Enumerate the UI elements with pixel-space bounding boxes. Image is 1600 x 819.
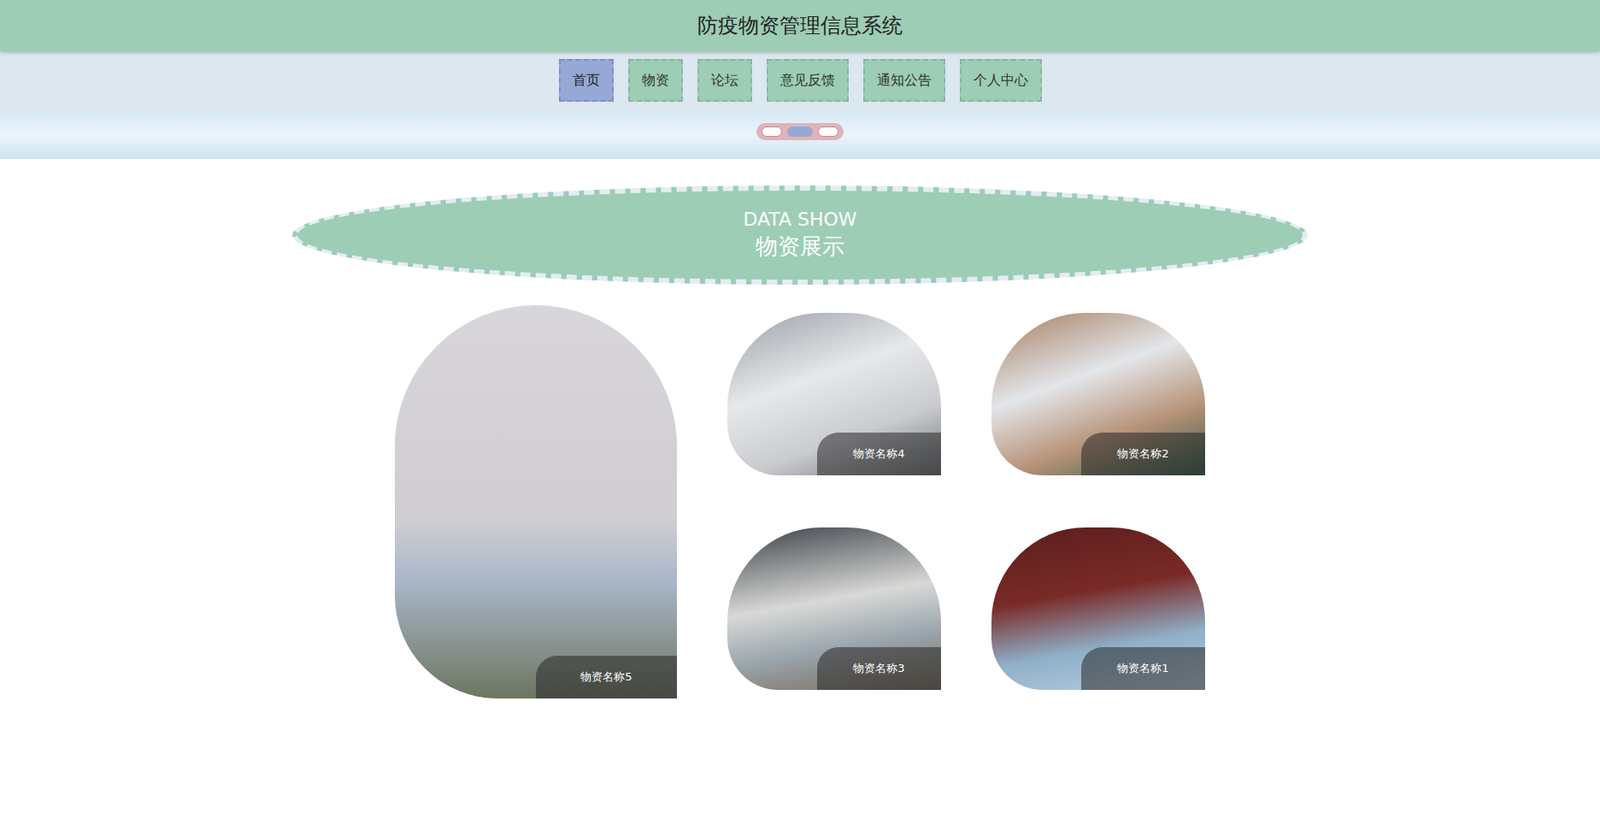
- product-name: 物资名称5: [535, 655, 677, 699]
- nav-bar: 首页物资论坛意见反馈通知公告个人中心: [0, 51, 1600, 111]
- section-title-zh: 物资展示: [755, 231, 845, 262]
- carousel-dots: [756, 123, 844, 141]
- product-card[interactable]: 物资名称2: [991, 312, 1206, 476]
- product-name: 物资名称2: [1081, 432, 1206, 476]
- product-name: 物资名称4: [817, 432, 942, 476]
- page: 防疫物资管理信息系统 首页物资论坛意见反馈通知公告个人中心 DATA SHOW …: [0, 0, 1600, 819]
- site-title: 防疫物资管理信息系统: [697, 11, 903, 40]
- carousel-dot[interactable]: [761, 126, 783, 137]
- nav-item[interactable]: 论坛: [697, 58, 753, 102]
- product-card[interactable]: 物资名称3: [727, 527, 942, 690]
- carousel-dot[interactable]: [817, 126, 839, 137]
- header: 防疫物资管理信息系统: [0, 0, 1600, 52]
- nav-item[interactable]: 个人中心: [959, 58, 1042, 102]
- carousel-dot[interactable]: [787, 126, 813, 137]
- nav-item[interactable]: 意见反馈: [766, 58, 849, 102]
- product-name: 物资名称1: [1081, 647, 1206, 690]
- product-grid: 物资名称5物资名称4物资名称2物资名称3物资名称1: [394, 312, 1206, 690]
- banner: [0, 110, 1600, 159]
- section-title-en: DATA SHOW: [742, 208, 857, 230]
- section-title: DATA SHOW 物资展示: [292, 185, 1308, 285]
- product-card[interactable]: 物资名称1: [991, 527, 1206, 690]
- product-card[interactable]: 物资名称5: [394, 305, 677, 699]
- content: DATA SHOW 物资展示 物资名称5 物资名称4 物资名称2 物资名称3 物资名称1: [0, 158, 1600, 742]
- nav-item[interactable]: 首页: [558, 58, 614, 102]
- nav-item[interactable]: 通知公告: [863, 58, 946, 102]
- product-name: 物资名称3: [817, 647, 942, 690]
- nav-item[interactable]: 物资: [628, 58, 683, 102]
- product-card[interactable]: 物资名称4: [727, 312, 942, 476]
